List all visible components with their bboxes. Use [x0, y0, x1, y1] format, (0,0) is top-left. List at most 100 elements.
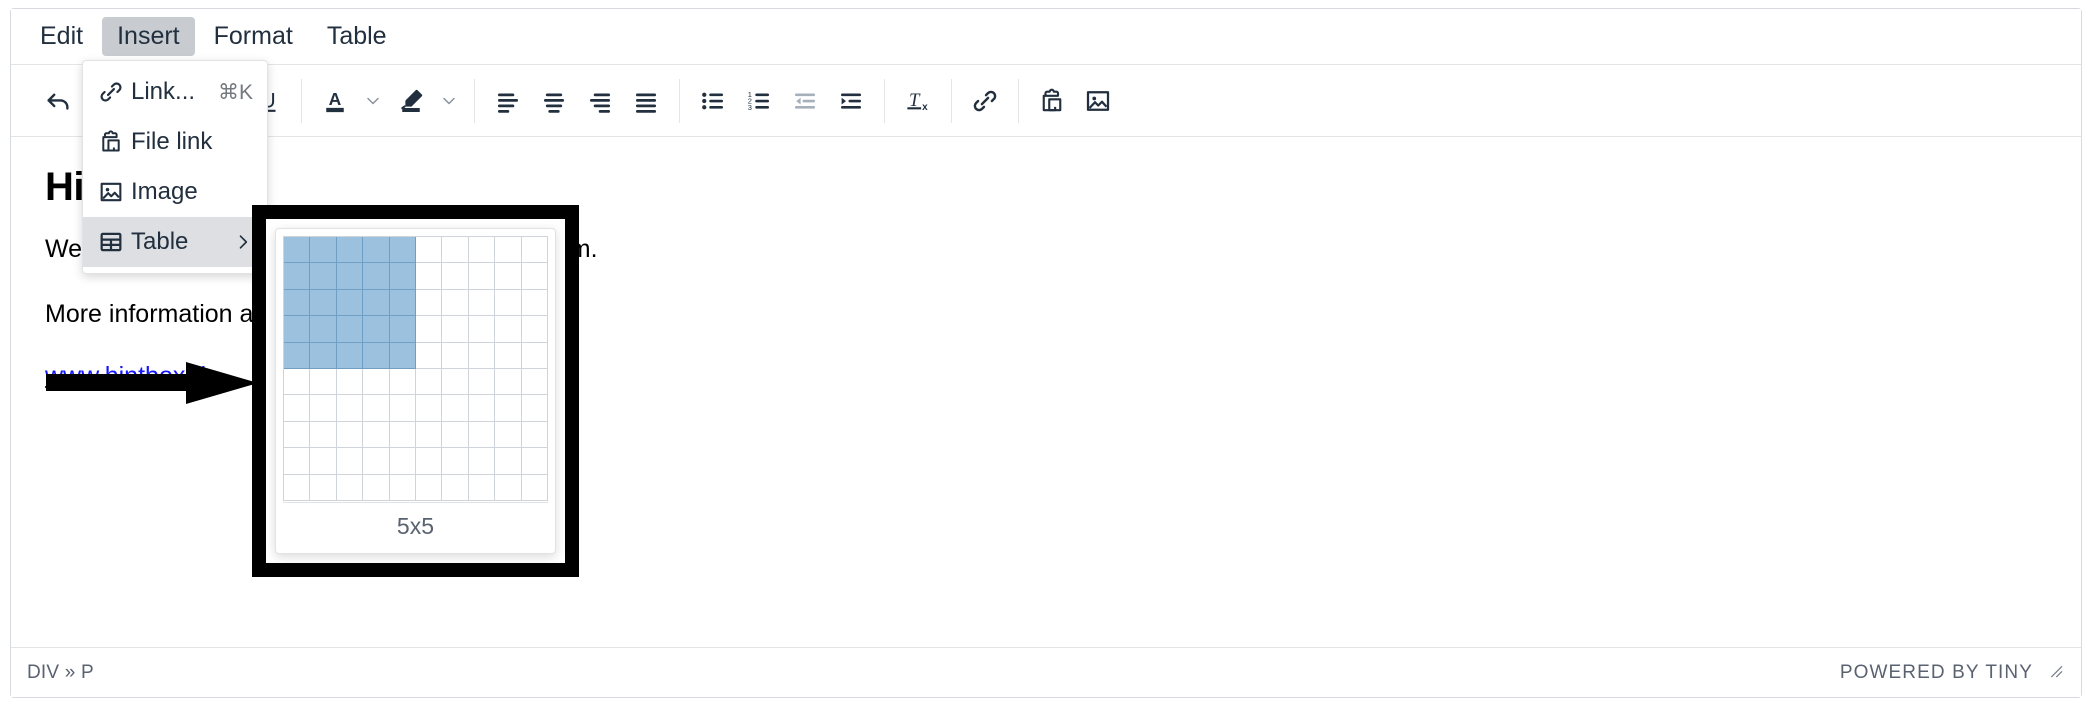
insert-menu-item-link[interactable]: Link... ⌘K — [83, 67, 267, 117]
table-size-cell-3x5[interactable] — [389, 289, 416, 317]
table-size-cell-7x2[interactable] — [310, 395, 337, 422]
table-size-cell-7x6[interactable] — [415, 395, 443, 422]
table-size-cell-9x5[interactable] — [389, 448, 416, 475]
document-link-hintbox[interactable]: www.hintbox.de — [45, 362, 220, 390]
table-size-cell-3x9[interactable] — [495, 289, 522, 317]
menubar-item-format[interactable]: Format — [199, 17, 308, 56]
table-size-cell-9x2[interactable] — [310, 448, 337, 475]
menubar-item-edit[interactable]: Edit — [25, 17, 98, 56]
table-size-picker[interactable]: 5x5 — [275, 228, 556, 554]
table-size-cell-1x4[interactable] — [363, 237, 390, 264]
table-size-cell-9x3[interactable] — [336, 448, 364, 475]
table-size-cell-2x1[interactable] — [284, 263, 311, 290]
table-size-cell-8x6[interactable] — [415, 421, 443, 449]
table-size-cell-7x3[interactable] — [336, 395, 364, 422]
table-size-cell-3x7[interactable] — [442, 289, 469, 317]
table-size-cell-9x8[interactable] — [468, 448, 496, 475]
table-size-cell-3x4[interactable] — [363, 289, 390, 317]
outdent-button[interactable] — [782, 78, 828, 124]
table-size-cell-2x4[interactable] — [363, 263, 390, 290]
table-size-cell-9x10[interactable] — [521, 448, 548, 475]
table-size-cell-7x7[interactable] — [442, 395, 469, 422]
table-size-cell-2x8[interactable] — [468, 263, 496, 290]
table-size-cell-8x3[interactable] — [336, 421, 364, 449]
table-size-cell-8x5[interactable] — [389, 421, 416, 449]
table-size-cell-2x9[interactable] — [495, 263, 522, 290]
table-size-cell-6x1[interactable] — [284, 368, 311, 396]
table-size-cell-2x6[interactable] — [415, 263, 443, 290]
table-size-cell-8x7[interactable] — [442, 421, 469, 449]
menubar-item-insert[interactable]: Insert — [102, 17, 195, 56]
highlight-color-dropdown-button[interactable] — [434, 78, 464, 124]
table-size-cell-2x5[interactable] — [389, 263, 416, 290]
table-size-cell-1x6[interactable] — [415, 237, 443, 264]
bullet-list-button[interactable] — [690, 78, 736, 124]
table-size-cell-9x6[interactable] — [415, 448, 443, 475]
powered-by-tiny-label[interactable]: POWERED BY TINY — [1840, 662, 2033, 684]
table-size-cell-6x3[interactable] — [336, 368, 364, 396]
table-size-cell-6x7[interactable] — [442, 368, 469, 396]
table-size-cell-3x8[interactable] — [468, 289, 496, 317]
insert-menu-item-file-link[interactable]: File link — [83, 117, 267, 167]
insert-menu-item-table[interactable]: Table — [83, 217, 267, 267]
table-size-cell-10x1[interactable] — [284, 474, 311, 501]
table-size-cell-10x5[interactable] — [389, 474, 416, 501]
paste-button[interactable] — [1029, 78, 1075, 124]
insert-image-button[interactable] — [1075, 78, 1121, 124]
table-size-cell-4x3[interactable] — [336, 316, 364, 343]
table-size-cell-4x10[interactable] — [521, 316, 548, 343]
table-size-cell-1x5[interactable] — [389, 237, 416, 264]
table-size-cell-8x1[interactable] — [284, 421, 311, 449]
table-size-cell-7x1[interactable] — [284, 395, 311, 422]
table-size-cell-7x8[interactable] — [468, 395, 496, 422]
table-size-cell-10x10[interactable] — [521, 474, 548, 501]
table-size-cell-6x2[interactable] — [310, 368, 337, 396]
align-left-button[interactable] — [485, 78, 531, 124]
table-size-cell-9x1[interactable] — [284, 448, 311, 475]
table-size-cell-8x4[interactable] — [363, 421, 390, 449]
table-size-cell-5x6[interactable] — [415, 342, 443, 369]
table-size-cell-9x7[interactable] — [442, 448, 469, 475]
table-size-cell-10x2[interactable] — [310, 474, 337, 501]
table-size-cell-6x10[interactable] — [521, 368, 548, 396]
table-size-cell-5x9[interactable] — [495, 342, 522, 369]
menubar-item-table[interactable]: Table — [312, 17, 402, 56]
table-size-cell-6x4[interactable] — [363, 368, 390, 396]
table-size-cell-2x3[interactable] — [336, 263, 364, 290]
clear-formatting-button[interactable]: T x — [895, 78, 941, 124]
table-size-cell-3x1[interactable] — [284, 289, 311, 317]
table-size-cell-4x7[interactable] — [442, 316, 469, 343]
table-size-cell-4x5[interactable] — [389, 316, 416, 343]
table-size-cell-6x6[interactable] — [415, 368, 443, 396]
text-color-dropdown-button[interactable] — [358, 78, 388, 124]
table-size-cell-7x10[interactable] — [521, 395, 548, 422]
table-size-cell-8x10[interactable] — [521, 421, 548, 449]
table-size-grid[interactable] — [283, 236, 548, 501]
table-size-cell-5x3[interactable] — [336, 342, 364, 369]
table-size-cell-3x2[interactable] — [310, 289, 337, 317]
table-size-cell-8x9[interactable] — [495, 421, 522, 449]
table-size-cell-10x8[interactable] — [468, 474, 496, 501]
table-size-cell-4x6[interactable] — [415, 316, 443, 343]
insert-link-button[interactable] — [962, 78, 1008, 124]
indent-button[interactable] — [828, 78, 874, 124]
table-size-cell-3x6[interactable] — [415, 289, 443, 317]
table-size-cell-7x4[interactable] — [363, 395, 390, 422]
table-size-cell-10x3[interactable] — [336, 474, 364, 501]
align-right-button[interactable] — [577, 78, 623, 124]
undo-button[interactable] — [35, 78, 81, 124]
table-size-cell-1x3[interactable] — [336, 237, 364, 264]
table-size-cell-4x2[interactable] — [310, 316, 337, 343]
table-size-cell-3x3[interactable] — [336, 289, 364, 317]
table-size-cell-5x10[interactable] — [521, 342, 548, 369]
table-size-cell-5x8[interactable] — [468, 342, 496, 369]
table-size-cell-3x10[interactable] — [521, 289, 548, 317]
table-size-cell-2x10[interactable] — [521, 263, 548, 290]
table-size-cell-5x2[interactable] — [310, 342, 337, 369]
table-size-cell-4x4[interactable] — [363, 316, 390, 343]
align-justify-button[interactable] — [623, 78, 669, 124]
table-size-cell-8x8[interactable] — [468, 421, 496, 449]
table-size-cell-5x4[interactable] — [363, 342, 390, 369]
table-size-cell-1x10[interactable] — [521, 237, 548, 264]
table-size-cell-4x8[interactable] — [468, 316, 496, 343]
